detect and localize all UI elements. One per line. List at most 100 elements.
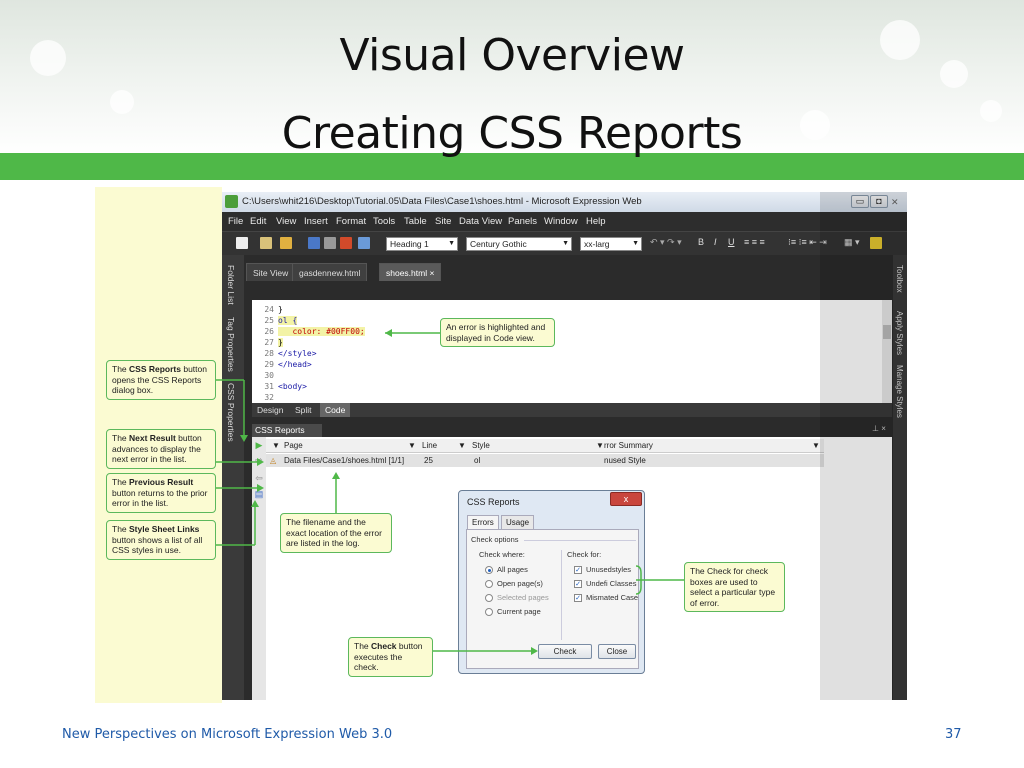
list-icons[interactable]: ⁝≡ ⁝≡ ⇤ ⇥ (788, 237, 827, 248)
tab-gasdennew[interactable]: gasdennew.html (292, 263, 368, 281)
check-button[interactable]: Check (538, 644, 592, 659)
next-result-icon[interactable]: ⇨ (254, 455, 264, 465)
folder-icon[interactable] (280, 237, 292, 249)
column-line[interactable]: Line (422, 439, 437, 453)
left-panel-bar: Folder List Tag Properties CSS Propertie… (222, 255, 244, 700)
page-sort-icon[interactable]: ▼ (272, 439, 280, 453)
tab-usage[interactable]: Usage (501, 515, 535, 529)
code-line: 29 </head> (264, 360, 312, 369)
error-icon: ◬ (270, 456, 277, 465)
summary-filter-icon[interactable]: ▼ (812, 439, 820, 453)
sharepoint-icon[interactable] (340, 237, 352, 249)
check-undefined-classes[interactable]: ✓ (574, 580, 582, 588)
page-filter-icon[interactable]: ▼ (408, 439, 416, 453)
label-current-page: Current page (497, 607, 541, 616)
radio-all-pages[interactable] (485, 566, 493, 574)
code-view[interactable]: 24} 25 ol { 26 color: #00FF00; 27} 28 </st… (252, 300, 882, 403)
previous-result-icon[interactable]: ⇦ (254, 473, 264, 483)
cell-page: Data Files/Case1/shoes.html [1/1] (284, 456, 405, 465)
style-combo[interactable]: Heading 1 ▼ (386, 237, 458, 251)
column-summary[interactable]: rror Summary (604, 439, 653, 453)
code-line: 28 </style> (264, 349, 317, 358)
callout-previous-result: The Previous Result button returns to th… (106, 473, 216, 513)
manage-styles-tab[interactable]: Manage Styles (895, 365, 904, 418)
folder-list-tab[interactable]: Folder List (226, 265, 236, 305)
highlight-icon[interactable] (870, 237, 882, 249)
line-filter-icon[interactable]: ▼ (458, 439, 466, 453)
bold-icon[interactable]: B (698, 237, 704, 247)
code-line: 24} (264, 305, 283, 314)
menu-site[interactable]: Site (435, 212, 451, 231)
tab-site-view[interactable]: Site View (246, 263, 296, 281)
check-mismatched-case[interactable]: ✓ (574, 594, 582, 602)
align-icons[interactable]: ≡ ≡ ≡ (744, 237, 765, 247)
menu-data-view[interactable]: Data View (459, 212, 502, 231)
underline-icon[interactable]: U (728, 237, 735, 247)
check-for-label: Check for: (567, 550, 602, 559)
right-panel-bar: Toolbox Apply Styles Manage Styles (893, 255, 907, 700)
tab-split[interactable]: Split (290, 403, 317, 417)
label-unused-styles: Unusedstyles (586, 565, 632, 574)
menu-panels[interactable]: Panels (508, 212, 537, 231)
menu-insert[interactable]: Insert (304, 212, 328, 231)
radio-open-pages[interactable] (485, 580, 493, 588)
css-properties-tab[interactable]: CSS Properties (226, 383, 236, 442)
window-titlebar: C:\Users\whit216\Desktop\Tutorial.05\Dat… (222, 192, 907, 212)
css-reports-panel-title: CSS Reports (252, 424, 322, 437)
label-open-pages: Open page(s) (497, 579, 543, 588)
style-sheet-links-icon[interactable]: ▤ (254, 489, 264, 499)
radio-selected-pages (485, 594, 493, 602)
close-button[interactable]: Close (598, 644, 636, 659)
pin-icon[interactable]: ⊥ × (872, 424, 886, 433)
window-title: C:\Users\whit216\Desktop\Tutorial.05\Dat… (242, 196, 642, 207)
table-row[interactable]: ◬ Data Files/Case1/shoes.html [1/1] 25 o… (266, 454, 824, 467)
check-options-label: Check options (471, 535, 519, 544)
menu-window[interactable]: Window (544, 212, 578, 231)
callout-css-reports-button: The CSS Reports button opens the CSS Rep… (106, 360, 216, 400)
tag-properties-tab[interactable]: Tag Properties (226, 317, 236, 372)
toolbox-tab[interactable]: Toolbox (895, 265, 904, 293)
border-icon[interactable]: ▦ ▾ (844, 237, 860, 248)
publish-icon[interactable] (324, 237, 336, 249)
menu-table[interactable]: Table (404, 212, 427, 231)
menu-bar: File Edit View Insert Format Tools Table… (222, 212, 907, 231)
new-page-icon[interactable] (236, 237, 248, 249)
open-icon[interactable] (260, 237, 272, 249)
italic-icon[interactable]: I (714, 237, 717, 247)
menu-help[interactable]: Help (586, 212, 606, 231)
tab-shoes[interactable]: shoes.html × (379, 263, 442, 281)
dialog-close-icon[interactable]: x (610, 492, 642, 506)
code-line: 31 <body> (264, 382, 307, 391)
preview-icon[interactable] (358, 237, 370, 249)
reports-header: ▼ Page ▼ Line ▼ Style ▼ rror Summary ▼ (266, 439, 824, 453)
save-icon[interactable] (308, 237, 320, 249)
menu-format[interactable]: Format (336, 212, 366, 231)
slide-subtitle: Creating CSS Reports (281, 108, 743, 159)
font-combo[interactable]: Century Gothic ▼ (466, 237, 572, 251)
size-combo[interactable]: xx-larg ▼ (580, 237, 642, 251)
tab-errors[interactable]: Errors (467, 515, 499, 530)
minimize-icon[interactable]: ▭ (851, 195, 869, 208)
maximize-icon[interactable]: ◘ (870, 195, 888, 208)
check-unused-styles[interactable]: ✓ (574, 566, 582, 574)
check-where-label: Check where: (479, 550, 525, 559)
menu-view[interactable]: View (276, 212, 296, 231)
menu-tools[interactable]: Tools (373, 212, 395, 231)
column-style[interactable]: Style (472, 439, 490, 453)
menu-file[interactable]: File (228, 212, 243, 231)
column-page[interactable]: Page (284, 439, 303, 453)
callout-check-button: The Check button executes the check. (348, 637, 433, 677)
footer-text: New Perspectives on Microsoft Expression… (62, 727, 393, 742)
close-icon[interactable]: ✕ (891, 192, 899, 212)
tab-design[interactable]: Design (252, 403, 288, 417)
menu-edit[interactable]: Edit (250, 212, 266, 231)
style-filter-icon[interactable]: ▼ (596, 439, 604, 453)
scrollbar-thumb[interactable] (883, 325, 891, 339)
apply-styles-tab[interactable]: Apply Styles (895, 311, 904, 355)
cell-style: ol (474, 456, 481, 465)
tab-code[interactable]: Code (320, 403, 351, 417)
code-scrollbar[interactable] (882, 300, 892, 403)
undo-icon[interactable]: ↶ ▾ ↷ ▾ (650, 237, 682, 248)
css-reports-button-icon[interactable]: ▶ (254, 440, 264, 450)
radio-current-page[interactable] (485, 608, 493, 616)
